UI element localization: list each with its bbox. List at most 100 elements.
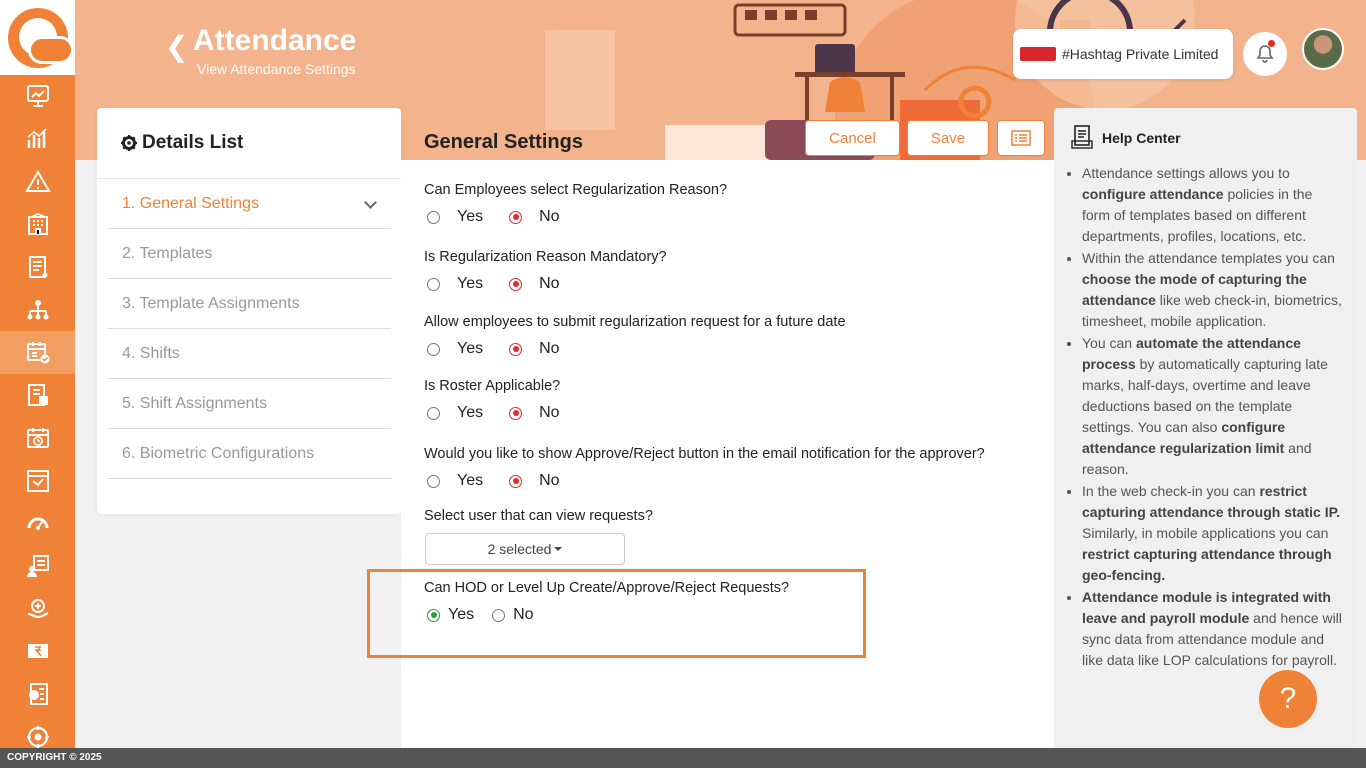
radio-group-hod-requests: Yes No <box>427 606 534 624</box>
org-chart-icon <box>27 299 48 320</box>
warning-icon <box>24 169 51 192</box>
sidebar <box>0 0 75 748</box>
radio-no[interactable] <box>509 277 523 291</box>
radio-group-regularization-reason: Yes No <box>427 208 560 226</box>
radio-group-roster-applicable: Yes No <box>427 404 560 422</box>
help-tip: Attendance module is integrated with lea… <box>1082 587 1344 671</box>
notification-badge <box>1268 40 1275 47</box>
radio-yes-label: Yes <box>457 472 484 489</box>
details-item-label: 1. General Settings <box>122 195 259 212</box>
radio-no[interactable] <box>509 342 523 356</box>
help-center-list: Attendance settings allows you to config… <box>1082 163 1344 672</box>
sidebar-item-analytics[interactable] <box>0 118 75 161</box>
company-name: #Hashtag Private Limited <box>1062 46 1219 62</box>
building-icon <box>27 213 48 236</box>
radio-no[interactable] <box>509 210 523 224</box>
radio-yes[interactable] <box>427 210 440 224</box>
sidebar-item-performance[interactable] <box>0 502 75 545</box>
speedometer-icon <box>27 517 48 531</box>
notifications-button[interactable] <box>1243 32 1287 76</box>
expense-icon <box>26 554 49 577</box>
user-avatar[interactable] <box>1302 28 1344 70</box>
question-email-approve-button: Would you like to show Approve/Reject bu… <box>424 446 985 462</box>
page-title: Attendance <box>193 24 357 57</box>
sidebar-item-reports[interactable] <box>0 374 75 417</box>
back-chevron-icon[interactable]: ❮ <box>165 30 188 63</box>
sidebar-item-tax[interactable] <box>0 246 75 289</box>
radio-yes[interactable] <box>427 474 440 488</box>
dashboard-icon <box>26 85 49 108</box>
sidebar-item-expenses[interactable] <box>0 545 75 588</box>
help-fab-button[interactable]: ? <box>1259 670 1317 728</box>
details-item-label: 4. Shifts <box>122 345 180 362</box>
details-item-label: 3. Template Assignments <box>122 295 300 312</box>
settings-title: General Settings <box>424 131 583 153</box>
radio-yes[interactable] <box>427 277 440 291</box>
list-icon <box>1011 130 1031 146</box>
radio-no-label: No <box>539 472 560 489</box>
footer: COPYRIGHT © 2025 <box>0 748 1366 768</box>
sidebar-item-payslip[interactable] <box>0 459 75 502</box>
sidebar-item-dashboard[interactable] <box>0 75 75 118</box>
help-document-icon <box>1071 125 1093 149</box>
details-item-template-assignments[interactable]: 3. Template Assignments <box>107 279 391 329</box>
report-icon <box>27 384 48 407</box>
details-item-label: 5. Shift Assignments <box>122 395 267 412</box>
list-view-button[interactable] <box>997 120 1045 156</box>
sidebar-item-hierarchy[interactable] <box>0 288 75 331</box>
company-switcher[interactable]: #Hashtag Private Limited <box>1013 29 1233 79</box>
sidebar-item-statistics[interactable] <box>0 673 75 716</box>
radio-yes[interactable] <box>427 608 440 622</box>
radio-yes-label: Yes <box>457 404 484 421</box>
radio-group-future-date-request: Yes No <box>427 340 560 358</box>
save-button[interactable]: Save <box>907 120 989 156</box>
statistics-icon <box>28 682 48 705</box>
radio-no[interactable] <box>509 474 523 488</box>
logo-icon <box>7 7 74 68</box>
analytics-icon <box>26 128 47 149</box>
question-roster-applicable: Is Roster Applicable? <box>424 378 561 394</box>
sidebar-item-attendance[interactable] <box>0 331 75 374</box>
sidebar-item-organization[interactable] <box>0 203 75 246</box>
details-item-shifts[interactable]: 4. Shifts <box>107 329 391 379</box>
sidebar-item-payroll[interactable] <box>0 630 75 673</box>
radio-no-label: No <box>539 404 560 421</box>
settings-gear-icon <box>26 725 49 748</box>
sidebar-item-alerts[interactable] <box>0 160 75 203</box>
view-requests-value: 2 selected <box>487 541 552 557</box>
payslip-icon <box>26 469 49 492</box>
radio-group-reason-mandatory: Yes No <box>427 275 560 293</box>
page-subtitle: View Attendance Settings <box>197 61 356 77</box>
app-logo[interactable] <box>0 0 75 75</box>
company-logo-icon <box>1020 47 1056 61</box>
radio-yes-label: Yes <box>448 606 475 623</box>
details-item-templates[interactable]: 2. Templates <box>107 229 391 279</box>
radio-no[interactable] <box>492 608 506 622</box>
help-tip: In the web check-in you can restrict cap… <box>1082 481 1344 586</box>
radio-no-label: No <box>539 208 560 225</box>
details-item-biometric-configurations[interactable]: 6. Biometric Configurations <box>107 429 391 479</box>
details-item-label: 2. Templates <box>122 245 213 262</box>
sidebar-item-benefits[interactable] <box>0 587 75 630</box>
radio-no-label: No <box>513 606 534 623</box>
question-regularization-reason: Can Employees select Regularization Reas… <box>424 182 728 198</box>
radio-yes[interactable] <box>427 406 440 420</box>
view-requests-select[interactable]: 2 selected <box>425 533 625 565</box>
help-tip: Within the attendance templates you can … <box>1082 248 1344 332</box>
caret-down-icon <box>554 547 563 551</box>
radio-no[interactable] <box>509 406 523 420</box>
sidebar-item-leave[interactable] <box>0 417 75 460</box>
radio-yes-label: Yes <box>457 275 484 292</box>
radio-yes[interactable] <box>427 342 440 356</box>
question-reason-mandatory: Is Regularization Reason Mandatory? <box>424 249 667 265</box>
radio-no-label: No <box>539 275 560 292</box>
details-list-heading: Details List <box>121 132 243 154</box>
benefits-hand-icon <box>27 598 49 618</box>
radio-no-label: No <box>539 340 560 357</box>
cancel-button[interactable]: Cancel <box>805 120 900 156</box>
help-center-panel: Help Center Attendance settings allows y… <box>1054 108 1357 748</box>
details-item-shift-assignments[interactable]: 5. Shift Assignments <box>107 379 391 429</box>
details-item-general-settings[interactable]: 1. General Settings <box>107 179 391 229</box>
radio-yes-label: Yes <box>457 340 484 357</box>
question-future-date-request: Allow employees to submit regularization… <box>424 314 846 330</box>
